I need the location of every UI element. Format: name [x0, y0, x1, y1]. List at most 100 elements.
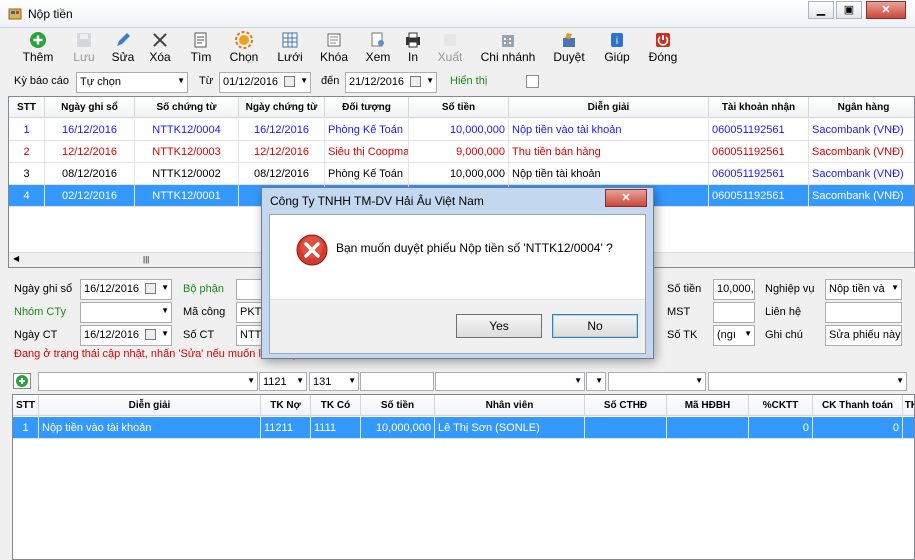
- toolbar-button-label: Lưới: [277, 50, 303, 64]
- credit-account-filter[interactable]: 131 ▼: [309, 372, 359, 391]
- table-row[interactable]: 1 16/12/2016 NTTK12/0004 16/12/2016 Phòng Kế…: [9, 119, 914, 141]
- note-field[interactable]: Sửa phiếu này: [825, 325, 902, 346]
- toolbar-button-7[interactable]: Khóa: [316, 31, 352, 64]
- period-select[interactable]: Tự chọn ▼: [76, 72, 188, 93]
- toolbar-button-1[interactable]: Lưu: [68, 31, 100, 64]
- detail-row[interactable]: 1 Nộp tiền vào tài khoản 11211 1111 10,000,0…: [13, 417, 914, 439]
- column-header[interactable]: Số chứng từ: [135, 97, 239, 118]
- column-header[interactable]: Tài khoản nhận: [709, 97, 809, 118]
- toolbar-button-5[interactable]: Chọn: [225, 31, 263, 64]
- toolbar-button-label: Chi nhánh: [480, 50, 536, 64]
- delete-icon: [153, 33, 167, 47]
- operation-select[interactable]: Nộp tiền và ▼: [825, 279, 902, 300]
- dialog-title: Công Ty TNHH TM-DV Hải Âu Việt Nam: [270, 194, 484, 208]
- error-icon: [296, 234, 328, 266]
- column-header[interactable]: Ngân hàng: [809, 97, 914, 118]
- detail-column-header[interactable]: TK Có: [311, 395, 361, 416]
- table-cell: 12/12/2016: [45, 141, 135, 163]
- grid-header: STT Ngày ghi sổ Số chứng từ Ngày chứng từ Đố…: [9, 97, 914, 118]
- description-filter[interactable]: ▼: [38, 372, 258, 391]
- table-cell: 060051192561: [709, 141, 809, 163]
- dialog-close-button[interactable]: ✕: [605, 189, 647, 207]
- table-cell: 060051192561: [709, 163, 809, 185]
- column-header[interactable]: Đối tượng: [325, 97, 409, 118]
- from-label: Từ: [199, 75, 214, 87]
- column-header[interactable]: Diễn giải: [509, 97, 709, 118]
- company-group-select[interactable]: ▼: [80, 302, 172, 323]
- toolbar-button-9[interactable]: In: [400, 31, 426, 64]
- toolbar-button-4[interactable]: Tìm: [185, 31, 217, 64]
- company-group-label: Nhóm CTy: [14, 306, 66, 318]
- detail-column-header[interactable]: Số CTHĐ: [585, 395, 667, 416]
- detail-cell: 0: [813, 417, 903, 439]
- voucher-date-label: Ngày CT: [14, 329, 58, 341]
- detail-column-header[interactable]: %CKTT: [749, 395, 813, 416]
- column-header[interactable]: Ngày ghi sổ: [45, 97, 135, 118]
- sales-invoice-filter[interactable]: ▼: [608, 372, 706, 391]
- toolbar-button-10[interactable]: Xuất: [433, 31, 467, 64]
- toolbar-button-13[interactable]: i Giúp: [600, 31, 634, 64]
- detail-column-header[interactable]: CK Thanh toán: [813, 395, 903, 416]
- detail-cell: 10,000,000: [361, 417, 435, 439]
- close-button[interactable]: ✕: [866, 1, 906, 19]
- discount-filter[interactable]: ▼: [708, 372, 907, 391]
- table-cell: 02/12/2016: [45, 185, 135, 207]
- maximize-button[interactable]: ▣: [836, 1, 862, 19]
- detail-column-header[interactable]: TK6418: [903, 395, 914, 416]
- detail-column-header[interactable]: TK Nợ: [261, 395, 311, 416]
- tax-code-field[interactable]: [713, 302, 755, 323]
- detail-column-header[interactable]: STT: [13, 395, 39, 416]
- toolbar-button-label: Thêm: [22, 50, 54, 64]
- calendar-icon: [284, 76, 295, 87]
- column-header[interactable]: Ngày chứng từ: [239, 97, 325, 118]
- table-cell: Sacombank (VNĐ): [809, 163, 914, 185]
- show-checkbox[interactable]: [526, 75, 539, 88]
- yes-button[interactable]: Yes: [456, 314, 542, 338]
- detail-column-header[interactable]: Số tiền: [361, 395, 435, 416]
- minimize-button[interactable]: ▁: [808, 1, 834, 19]
- table-cell: Phòng Kế Toán: [325, 163, 409, 185]
- detail-cell: 1: [13, 417, 39, 439]
- posting-date-picker[interactable]: 16/12/2016 ▼: [80, 279, 172, 300]
- account-no-select[interactable]: (ngı ▼: [713, 325, 755, 346]
- voucher-date-picker[interactable]: 16/12/2016 ▼: [80, 325, 172, 346]
- toolbar-button-2[interactable]: Sửa: [108, 31, 138, 64]
- employee-filter[interactable]: ▼: [435, 372, 585, 391]
- table-row[interactable]: 2 12/12/2016 NTTK12/0003 12/12/2016 Siêu thị…: [9, 141, 914, 163]
- toolbar-button-6[interactable]: Lưới: [272, 31, 308, 64]
- toolbar-button-8[interactable]: Xem: [361, 31, 395, 64]
- detail-column-header[interactable]: Nhân viên: [435, 395, 585, 416]
- column-header[interactable]: Số tiền: [409, 97, 509, 118]
- contact-field[interactable]: [825, 302, 902, 323]
- amount-field[interactable]: 10,000,: [713, 279, 755, 300]
- from-date-picker[interactable]: 01/12/2016 ▼: [219, 72, 311, 93]
- invoice-filter[interactable]: ▼: [586, 372, 606, 391]
- toolbar-button-0[interactable]: Thêm: [20, 31, 56, 64]
- calendar-icon: [145, 283, 156, 294]
- toolbar-button-12[interactable]: Duyệt: [549, 31, 589, 64]
- table-row[interactable]: 3 08/12/2016 NTTK12/0002 08/12/2016 Phòng Kế…: [9, 163, 914, 185]
- detail-cell: 11211: [261, 417, 311, 439]
- no-button[interactable]: No: [552, 314, 638, 338]
- table-cell: 16/12/2016: [239, 119, 325, 141]
- help-icon: i: [611, 33, 623, 47]
- export-icon: [444, 34, 456, 46]
- toolbar-button-label: Giúp: [604, 50, 630, 64]
- detail-column-header[interactable]: Mã HĐBH: [667, 395, 749, 416]
- detail-column-header[interactable]: Diễn giải: [39, 395, 261, 416]
- toolbar-button-11[interactable]: Chi nhánh: [476, 31, 540, 64]
- debit-account-filter[interactable]: 1121 ▼: [259, 372, 307, 391]
- to-date-picker[interactable]: 21/12/2016 ▼: [345, 72, 437, 93]
- table-cell: 10,000,000: [409, 119, 509, 141]
- main-window: Nộp tiền ▁ ▣ ✕ Thêm Lưu Sửa Xóa Tìm Chọn Lưới K…: [0, 0, 915, 560]
- toolbar-button-14[interactable]: Đóng: [644, 31, 682, 64]
- chevron-down-icon: ▼: [161, 329, 169, 338]
- period-label: Kỳ báo cáo: [14, 75, 70, 87]
- amount-filter[interactable]: [360, 372, 434, 391]
- table-cell: 9,000,000: [409, 141, 509, 163]
- toolbar-button-3[interactable]: Xóa: [144, 31, 176, 64]
- add-detail-button[interactable]: [13, 373, 31, 389]
- detail-cell: [585, 417, 667, 439]
- detail-grid[interactable]: STT Diễn giải TK Nợ TK Có Số tiền Nhân viên Số…: [12, 394, 915, 560]
- column-header[interactable]: STT: [9, 97, 45, 118]
